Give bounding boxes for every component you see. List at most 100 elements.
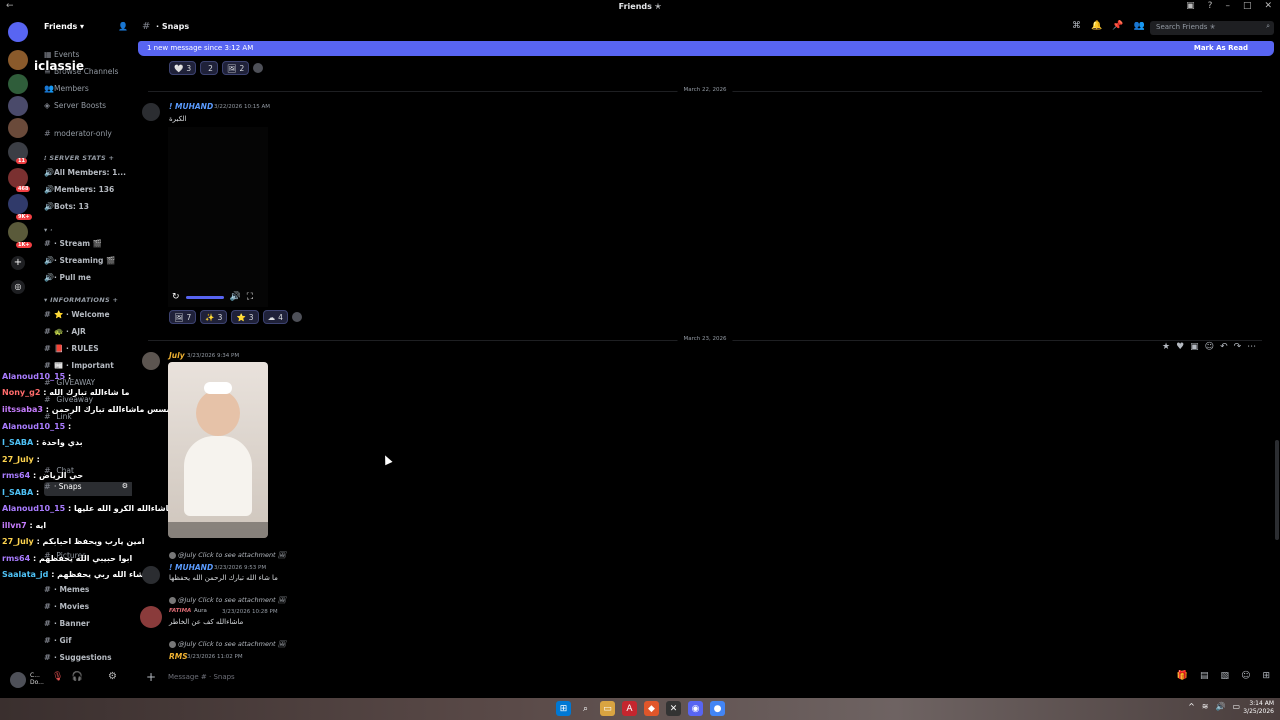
battery-icon[interactable]: ▭ xyxy=(1232,702,1240,711)
avatar[interactable] xyxy=(142,103,160,121)
sidebar-item-banner[interactable]: # · Banner xyxy=(44,619,132,633)
discover-icon[interactable]: ◎ xyxy=(11,280,25,294)
heart-icon[interactable]: ♥ xyxy=(1176,342,1184,352)
message-input[interactable]: Message # · Snaps xyxy=(168,673,235,681)
avatar[interactable] xyxy=(10,672,26,688)
reaction[interactable]: ✨ 3 xyxy=(200,310,228,324)
reaction[interactable]: ☁ 4 xyxy=(262,310,288,324)
sticker-icon[interactable]: ▧ xyxy=(1221,671,1230,681)
image-react-icon[interactable]: ▣ xyxy=(1190,342,1199,352)
message-username[interactable]: ! MUHAND xyxy=(169,102,213,111)
replay-icon[interactable]: ↻ xyxy=(172,292,180,302)
avatar[interactable] xyxy=(140,606,162,628)
reaction[interactable]: 2 xyxy=(200,61,218,75)
settings-icon[interactable]: ⚙ xyxy=(122,482,128,490)
start-icon[interactable]: ⊞ xyxy=(556,701,571,716)
stat-members[interactable]: 🔊Members: 136 xyxy=(44,185,132,199)
sidebar-item-ajr[interactable]: # 🐢 · AJR xyxy=(44,327,132,341)
sidebar-item-streaming[interactable]: 🔊· Streaming 🎬 xyxy=(44,256,132,270)
volume-slider[interactable] xyxy=(185,295,224,299)
app-icon[interactable]: ✕ xyxy=(666,701,681,716)
volume-icon[interactable]: 🔊 xyxy=(1215,702,1225,711)
app-icon[interactable]: A xyxy=(622,701,637,716)
server-icon[interactable] xyxy=(8,194,28,214)
sidebar-item-welcome[interactable]: # ⭐ · Welcome xyxy=(44,310,132,324)
mute-mic-icon[interactable]: 🎙 xyxy=(52,672,63,682)
message-username[interactable]: RMS xyxy=(169,652,188,661)
forward-icon[interactable]: ↷ xyxy=(1234,342,1242,352)
stat-bots[interactable]: 🔊Bots: 13 xyxy=(44,202,132,216)
sidebar-item-gif[interactable]: # · Gif xyxy=(44,636,132,650)
message-username[interactable]: FATIMA xyxy=(169,608,191,614)
search-input[interactable]: Search Friends ✭ ⌕ xyxy=(1150,21,1274,35)
apps-icon[interactable]: ⊞ xyxy=(1262,671,1270,681)
chrome-icon[interactable]: ● xyxy=(710,701,725,716)
server-icon[interactable] xyxy=(8,74,28,94)
member-list-icon[interactable]: 👥 xyxy=(1133,21,1144,31)
server-icon[interactable] xyxy=(8,168,28,188)
message-username[interactable]: ! MUHAND xyxy=(169,563,213,572)
avatar[interactable] xyxy=(142,352,160,370)
stat-all-members[interactable]: 🔊All Members: 1... xyxy=(44,168,132,182)
search-icon[interactable]: ⌕ xyxy=(578,701,593,716)
server-icon[interactable] xyxy=(8,96,28,116)
category-informations[interactable]: ▾ INFORMATIONS + xyxy=(44,296,118,304)
gift-icon[interactable]: 🎁 xyxy=(1177,671,1188,681)
sidebar-item-server-boosts[interactable]: ◈ Server Boosts xyxy=(44,101,132,115)
new-messages-bar[interactable]: 1 new message since 3:12 AM Mark As Read xyxy=(138,41,1274,56)
reaction[interactable]: 🤍 3 xyxy=(169,61,197,75)
add-reaction-icon[interactable] xyxy=(253,63,264,73)
avatar[interactable] xyxy=(142,566,160,584)
add-reaction-icon[interactable] xyxy=(291,312,302,322)
threads-icon[interactable]: ⌘ xyxy=(1072,21,1081,31)
sidebar-item-suggestions[interactable]: # · Suggestions xyxy=(44,653,132,666)
more-icon[interactable]: ⋯ xyxy=(1247,342,1256,352)
tray-chevron-icon[interactable]: ^ xyxy=(1188,702,1195,711)
upload-plus-icon[interactable]: + xyxy=(146,670,156,684)
help-icon[interactable]: ? xyxy=(1208,1,1213,11)
category-server-stats[interactable]: ⁝ SERVER STATS + xyxy=(44,154,114,162)
sidebar-item-pull-me[interactable]: 🔊· Pull me xyxy=(44,273,132,287)
image-attachment[interactable] xyxy=(168,362,268,538)
brave-icon[interactable]: ◆ xyxy=(644,701,659,716)
reaction[interactable]: ⭐ 3 xyxy=(231,310,259,324)
sidebar-item-memes[interactable]: # · Memes xyxy=(44,585,132,599)
reply-preview[interactable]: @July Click to see attachment 🖼 xyxy=(169,596,286,604)
server-icon[interactable] xyxy=(8,118,28,138)
reply-preview[interactable]: @July Click to see attachment 🖼 xyxy=(169,551,286,559)
emoji-icon[interactable]: ☺ xyxy=(1241,671,1250,681)
sidebar-item-movies[interactable]: # · Movies xyxy=(44,602,132,616)
reaction[interactable]: 🖼 7 xyxy=(169,310,197,324)
home-discord-icon[interactable] xyxy=(8,22,28,42)
user-settings-icon[interactable]: ⚙ xyxy=(108,671,117,682)
sidebar-item-moderator-only[interactable]: # moderator-only xyxy=(44,129,132,143)
deafen-icon[interactable]: 🎧 xyxy=(71,672,82,682)
star-icon[interactable]: ★ xyxy=(1162,342,1170,352)
reply-icon[interactable]: ↶ xyxy=(1220,342,1228,352)
discord-icon[interactable]: ◉ xyxy=(688,701,703,716)
inbox-icon[interactable]: ▣ xyxy=(1186,1,1195,11)
message-username[interactable]: July xyxy=(169,351,185,360)
volume-icon[interactable]: 🔊 xyxy=(230,292,241,302)
server-icon[interactable] xyxy=(8,222,28,242)
minimize-icon[interactable]: – xyxy=(1225,1,1230,11)
file-explorer-icon[interactable]: ▭ xyxy=(600,701,615,716)
reply-preview[interactable]: @July Click to see attachment 🖼 xyxy=(169,640,286,648)
close-icon[interactable]: ✕ xyxy=(1264,1,1272,11)
maximize-icon[interactable]: □ xyxy=(1243,1,1252,11)
fullscreen-icon[interactable]: ⛶ xyxy=(247,292,253,302)
add-server-icon[interactable]: + xyxy=(11,256,25,270)
server-icon[interactable] xyxy=(8,50,28,70)
add-member-icon[interactable]: 👤 xyxy=(118,22,128,31)
add-reaction-icon[interactable]: ☺ xyxy=(1205,342,1214,352)
sidebar-item-members[interactable]: 👥Members xyxy=(44,84,132,98)
video-attachment[interactable] xyxy=(168,127,268,307)
sidebar-item-stream[interactable]: # · Stream 🎬 xyxy=(44,239,132,253)
mark-as-read-button[interactable]: Mark As Read xyxy=(1194,44,1248,52)
clock[interactable]: 3:14 AM 3/25/2026 xyxy=(1243,700,1274,716)
sidebar-item-rules[interactable]: # 📕 · RULES xyxy=(44,344,132,358)
scrollbar[interactable] xyxy=(1275,440,1279,540)
reaction[interactable]: 🖼 2 xyxy=(221,61,250,75)
category-unnamed[interactable]: ▾ · xyxy=(44,226,53,234)
bell-icon[interactable]: 🔔 xyxy=(1091,21,1102,31)
